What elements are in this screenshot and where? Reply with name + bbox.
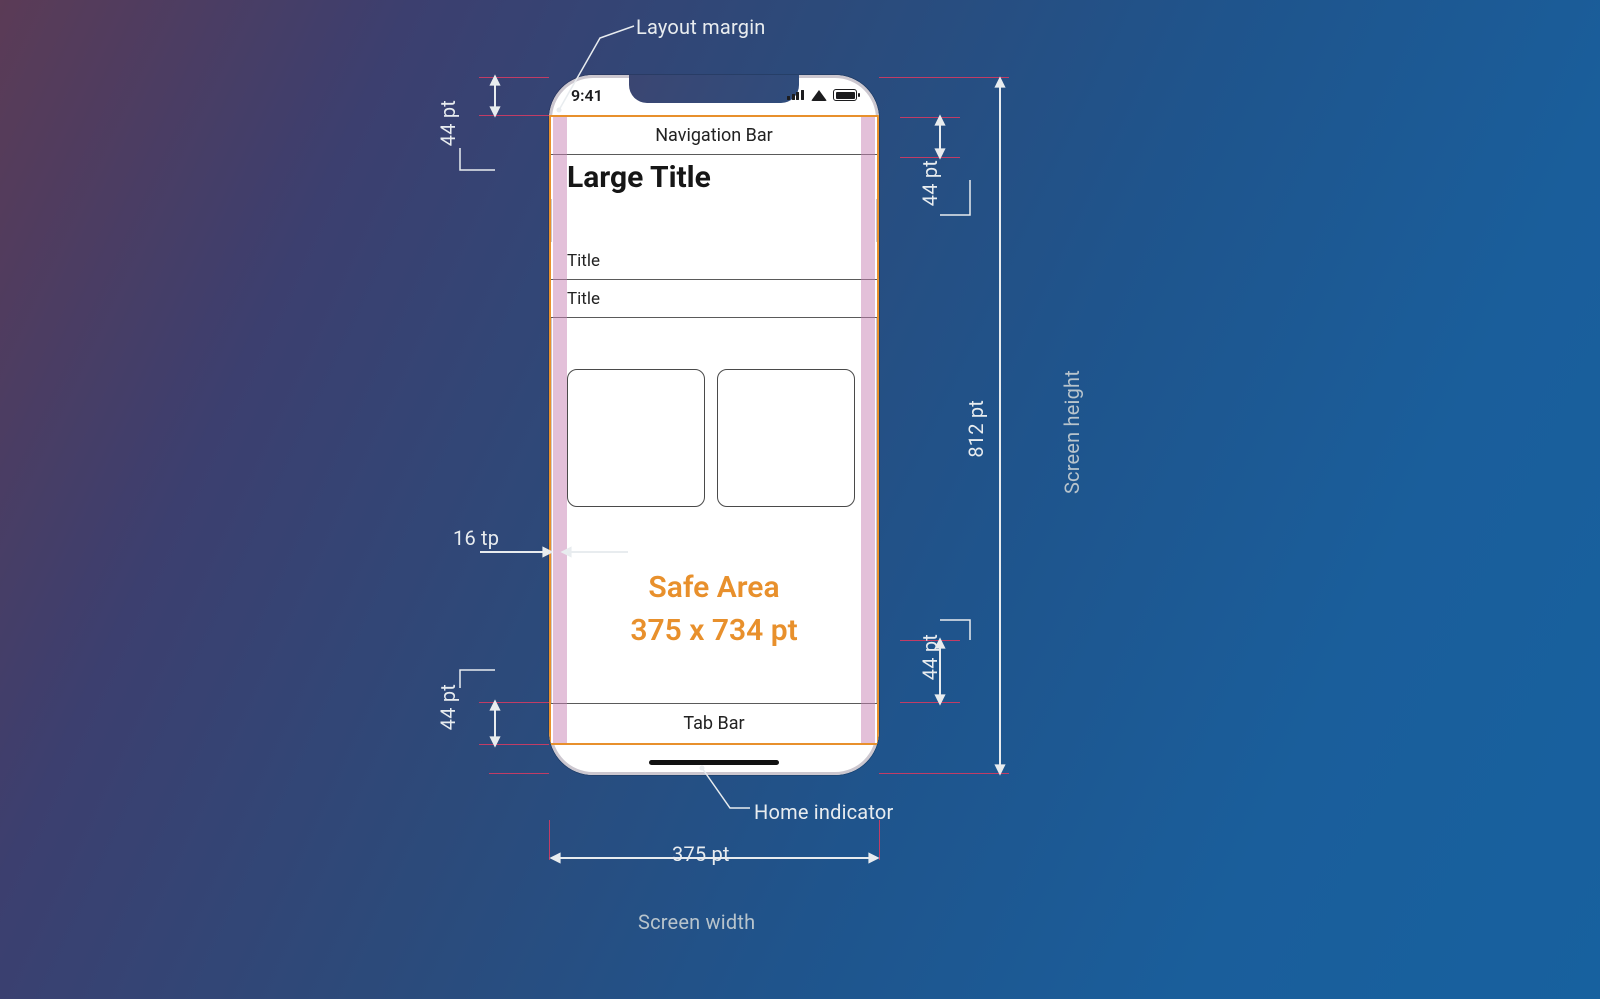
label-44pt-bottom-left: 44 pt <box>436 684 460 730</box>
safe-area-title: Safe Area <box>648 568 779 607</box>
layout-margin-right <box>861 117 875 743</box>
label-width-value: 375 pt <box>672 842 730 866</box>
guide-tick <box>479 115 549 116</box>
battery-icon <box>833 89 857 101</box>
guide-tick <box>549 820 550 860</box>
guide-tick <box>879 773 1009 774</box>
label-16tp: 16 tp <box>453 526 499 550</box>
label-height-value: 812 pt <box>964 400 988 458</box>
home-indicator <box>649 760 779 765</box>
collection-card <box>567 369 705 507</box>
tabbar-title: Tab Bar <box>683 713 744 734</box>
safe-area-label: Safe Area 375 x 734 pt <box>551 515 877 703</box>
label-home-indicator: Home indicator <box>754 800 894 824</box>
layout-margin-left <box>553 117 567 743</box>
status-icons <box>787 89 857 101</box>
label-screen-width: Screen width <box>638 910 755 934</box>
safe-area-dim: 375 x 734 pt <box>630 611 797 650</box>
tableview-header: TABLE VIEW <box>551 199 877 242</box>
signal-icon <box>787 90 805 100</box>
status-time: 9:41 <box>571 86 603 105</box>
status-bar: 9:41 <box>549 75 879 115</box>
tab-bar: Tab Bar <box>551 703 877 743</box>
guide-tick <box>879 820 880 860</box>
collection-card <box>717 369 855 507</box>
navbar-title: Navigation Bar <box>655 125 773 146</box>
collectionview-header: COLLECTION VIEW <box>551 318 877 361</box>
label-44pt-top-left: 44 pt <box>436 100 460 146</box>
guide-tick <box>489 773 549 774</box>
label-screen-height: Screen height <box>1060 370 1084 494</box>
guide-tick <box>879 77 1009 78</box>
wifi-icon <box>811 90 827 101</box>
navigation-bar: Navigation Bar <box>551 117 877 155</box>
guide-tick <box>900 157 960 158</box>
label-layout-margin: Layout margin <box>636 15 766 39</box>
phone-frame: 9:41 Navigation Bar Large Title TABLE VI… <box>549 75 879 775</box>
table-row: Title <box>551 242 877 280</box>
guide-tick <box>479 744 549 745</box>
guide-tick <box>900 117 960 118</box>
label-44pt-top-right: 44 pt <box>918 160 942 206</box>
large-title-text: Large Title <box>567 160 711 195</box>
label-44pt-bottom-right: 44 pt <box>918 634 942 680</box>
guide-tick <box>900 702 960 703</box>
large-title-bar: Large Title <box>551 155 877 199</box>
safe-area-outline: Navigation Bar Large Title TABLE VIEW Ti… <box>549 115 879 745</box>
guide-tick <box>479 77 549 78</box>
table-row: Title <box>551 280 877 318</box>
collection-view <box>551 361 877 515</box>
guide-tick <box>479 702 549 703</box>
